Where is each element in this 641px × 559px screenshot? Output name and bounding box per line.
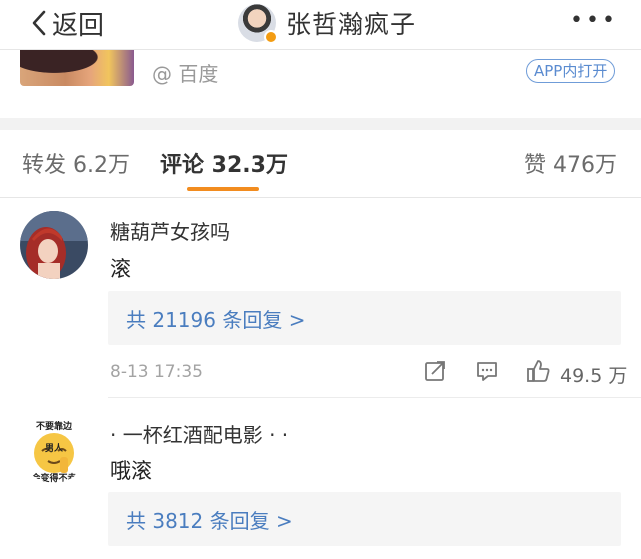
card-source: @ 百度 bbox=[152, 62, 219, 86]
comment-icon[interactable] bbox=[476, 360, 498, 386]
comment-text: 滚 bbox=[110, 257, 131, 281]
comment-timestamp: 8-13 17:35 bbox=[110, 362, 203, 382]
avatar[interactable] bbox=[238, 4, 278, 44]
commenter-name[interactable]: · 一杯红酒配电影 · · bbox=[110, 419, 288, 448]
card-thumbnail bbox=[20, 50, 134, 86]
section-separator bbox=[0, 118, 641, 130]
top-nav-bar: 返回 张哲瀚疯子 ••• bbox=[0, 0, 641, 50]
page-title: 张哲瀚疯子 bbox=[286, 10, 417, 39]
comment-item: 不要靠边 男人 会变得不幸 · 一杯红酒配电影 · · 哦滚 共 3812 条回… bbox=[0, 399, 641, 559]
view-replies-link[interactable]: 共 21196 条回复 > bbox=[126, 304, 305, 333]
avatar-caption-bottom: 会变得不幸 bbox=[31, 474, 77, 483]
view-replies-link[interactable]: 共 3812 条回复 > bbox=[126, 505, 293, 534]
replies-box[interactable]: 共 21196 条回复 > bbox=[108, 291, 621, 345]
comment-text: 哦滚 bbox=[110, 459, 152, 483]
avatar[interactable] bbox=[20, 211, 88, 279]
app-open-button[interactable]: APP内打开 bbox=[526, 59, 616, 83]
tab-likes[interactable]: 赞 476万 bbox=[524, 147, 617, 179]
like-count: 49.5 万 bbox=[560, 365, 628, 387]
profile-title[interactable]: 张哲瀚疯子 bbox=[238, 3, 417, 44]
interaction-tabs: 转发 6.2万 评论 32.3万 赞 476万 bbox=[0, 130, 641, 198]
more-icon[interactable]: ••• bbox=[570, 8, 618, 33]
comment-item: 糖葫芦女孩吗 滚 共 21196 条回复 > 8-13 17:35 49.5 万 bbox=[0, 198, 641, 398]
verified-badge-icon bbox=[264, 30, 278, 44]
divider bbox=[108, 397, 641, 398]
tab-comments[interactable]: 评论 32.3万 bbox=[160, 147, 288, 179]
avatar-illustration bbox=[20, 211, 88, 279]
back-button[interactable]: 返回 bbox=[30, 6, 105, 41]
like-icon[interactable] bbox=[526, 358, 552, 388]
active-tab-indicator bbox=[187, 187, 259, 191]
share-icon[interactable] bbox=[424, 360, 446, 386]
tab-reposts[interactable]: 转发 6.2万 bbox=[22, 147, 130, 179]
avatar-caption-mid: 男人 bbox=[44, 444, 63, 454]
replies-box[interactable]: 共 3812 条回复 > bbox=[108, 492, 621, 546]
link-card[interactable]: @ 百度 APP内打开 bbox=[0, 50, 641, 118]
commenter-name[interactable]: 糖葫芦女孩吗 bbox=[110, 216, 230, 245]
avatar-caption-top: 不要靠边 bbox=[35, 422, 72, 432]
avatar[interactable]: 不要靠边 男人 会变得不幸 bbox=[20, 415, 88, 483]
chevron-left-icon bbox=[32, 10, 46, 36]
back-label: 返回 bbox=[52, 10, 105, 41]
